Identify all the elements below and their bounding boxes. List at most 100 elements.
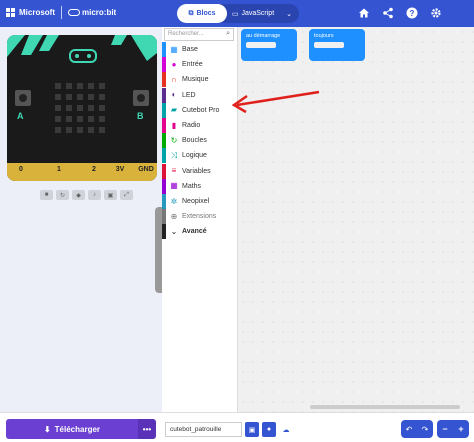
toolbox-category-label: Radio xyxy=(182,122,201,129)
toolbox-category-label: Extensions xyxy=(182,213,217,221)
toolbox: Rechercher... ⌕ ▦ Base ● Entrée ∩ Musique ◐ LED… xyxy=(162,27,238,412)
tab-blocks-label: Blocs xyxy=(196,10,216,17)
simulator-controls: ■ ↻ ◆ ♪ ▣ ⤢ xyxy=(40,190,133,200)
download-icon: ⬇ xyxy=(43,424,51,434)
toolbox-category-label: Variables xyxy=(182,167,211,175)
search-input[interactable]: Rechercher... ⌕ xyxy=(164,28,234,41)
toolbox-category-label: Musique xyxy=(182,76,209,84)
signal-icon: ▮ xyxy=(171,120,177,130)
help-icon[interactable]: ? xyxy=(405,6,419,20)
tab-blocks[interactable]: ⧉ Blocs xyxy=(177,4,227,23)
brand-divider xyxy=(61,6,62,19)
share-icon[interactable] xyxy=(381,6,395,20)
button-a[interactable] xyxy=(15,90,31,106)
editor-switch: ⧉ Blocs ▭ JavaScript ⌄ xyxy=(177,4,299,23)
button-a-label: A xyxy=(17,111,24,121)
toolbox-category-avanc-[interactable]: ⌄ Avancé xyxy=(162,224,238,240)
more-options-button[interactable]: ••• xyxy=(138,419,156,439)
toolbox-category-logique[interactable]: ⤨ Logique xyxy=(162,148,238,164)
toolbox-category-label: Logique xyxy=(182,152,207,160)
product-name: micro:bit xyxy=(82,8,117,17)
tab-javascript[interactable]: ▭ JavaScript xyxy=(227,4,279,23)
brand-name: Microsoft xyxy=(19,8,55,17)
code-icon: ▭ xyxy=(231,10,239,18)
editor-footer: ⬇ Télécharger ••• cutebot_patrouille ▣ ●… xyxy=(0,412,474,442)
toolbox-category-boucles[interactable]: ↻ Boucles xyxy=(162,133,238,149)
button-b-label: B xyxy=(137,111,144,121)
plus-circle-icon: ⊕ xyxy=(170,211,178,221)
github-icon[interactable]: ● xyxy=(262,422,276,437)
annotation-arrow xyxy=(231,90,320,114)
simulator-panel: A B 0 1 2 3V GND ■ ↻ ◆ ♪ ▣ ⤢ xyxy=(0,27,162,412)
svg-text:?: ? xyxy=(410,9,415,18)
calculator-icon: ▦ xyxy=(170,181,178,191)
pin-0[interactable]: 0 xyxy=(14,166,28,181)
cloud-icon[interactable]: ☁ xyxy=(279,422,293,437)
tab-javascript-label: JavaScript xyxy=(241,10,275,17)
undo-redo-group: ↶ ↷ xyxy=(401,420,433,438)
on-start-block[interactable]: au démarrage xyxy=(241,29,297,61)
toolbox-category-variables[interactable]: ≡ Variables xyxy=(162,163,238,179)
logo-touch-icon[interactable] xyxy=(69,49,97,63)
restart-icon[interactable]: ↻ xyxy=(56,190,69,200)
brand[interactable]: Microsoft micro:bit xyxy=(6,6,116,19)
toolbox-category-led[interactable]: ◐ LED xyxy=(162,87,238,103)
screenshot-icon[interactable]: ▣ xyxy=(104,190,117,200)
loop-icon: ↻ xyxy=(170,135,178,145)
undo-icon[interactable]: ↶ xyxy=(406,425,413,434)
toolbox-category-maths[interactable]: ▦ Maths xyxy=(162,178,238,194)
microbit-simulator[interactable]: A B 0 1 2 3V GND xyxy=(7,35,157,181)
toolbox-category-musique[interactable]: ∩ Musique xyxy=(162,72,238,88)
grid-icon: ▦ xyxy=(170,44,178,54)
chevron-down-icon[interactable]: ⌄ xyxy=(279,10,299,18)
toolbox-category-cutebot-pro[interactable]: ▰ Cutebot Pro xyxy=(162,102,238,118)
microsoft-logo-icon xyxy=(6,8,15,17)
spinner-icon: ✲ xyxy=(170,196,178,206)
blocks-workspace[interactable]: au démarrage toujours xyxy=(238,27,474,412)
collapse-simulator-handle[interactable] xyxy=(155,207,162,293)
toolbox-category-base[interactable]: ▦ Base xyxy=(162,42,238,57)
gear-icon[interactable] xyxy=(429,6,443,20)
search-placeholder: Rechercher... xyxy=(168,31,204,37)
toolbox-category-label: Entrée xyxy=(182,61,203,69)
pin-gnd: GND xyxy=(138,166,154,173)
toolbox-category-label: Neopixel xyxy=(182,198,210,205)
download-button[interactable]: ⬇ Télécharger xyxy=(6,419,138,439)
toolbox-category-extensions[interactable]: ⊕ Extensions xyxy=(162,209,238,225)
led-matrix xyxy=(55,83,105,133)
pin-1[interactable]: 1 xyxy=(52,166,66,181)
toolbox-category-neopixel[interactable]: ✲ Neopixel xyxy=(162,194,238,209)
toolbox-category-label: Base xyxy=(182,46,198,53)
slowmo-icon[interactable]: ◆ xyxy=(72,190,85,200)
toolbox-category-label: Maths xyxy=(182,182,202,190)
save-icon[interactable]: ▣ xyxy=(245,422,259,437)
home-icon[interactable] xyxy=(357,6,371,20)
puzzle-icon: ⧉ xyxy=(188,9,194,17)
forever-slot xyxy=(314,42,344,48)
redo-icon[interactable]: ↷ xyxy=(422,425,429,434)
car-icon: ▰ xyxy=(170,105,178,115)
zoom-group: − + xyxy=(437,420,469,438)
download-label: Télécharger xyxy=(54,424,101,434)
toolbox-category-entr-e[interactable]: ● Entrée xyxy=(162,57,238,73)
shuffle-icon: ⤨ xyxy=(170,150,178,160)
toolbox-category-label: Boucles xyxy=(182,137,207,145)
chevron-down-icon: ⌄ xyxy=(170,226,178,236)
stop-icon[interactable]: ■ xyxy=(40,190,53,200)
on-start-label: au démarrage xyxy=(246,33,281,39)
toggle-icon: ◐ xyxy=(171,90,177,100)
workspace-scrollbar[interactable] xyxy=(310,405,460,409)
on-start-slot xyxy=(246,42,276,48)
zoom-in-icon[interactable]: + xyxy=(458,424,463,434)
forever-block[interactable]: toujours xyxy=(309,29,365,61)
button-b[interactable] xyxy=(133,90,149,106)
microbit-logo-icon xyxy=(68,9,80,16)
fullscreen-icon[interactable]: ⤢ xyxy=(120,190,133,200)
toolbox-category-radio[interactable]: ▮ Radio xyxy=(162,118,238,133)
mute-icon[interactable]: ♪ xyxy=(88,190,101,200)
project-name-input[interactable]: cutebot_patrouille xyxy=(165,422,242,437)
pin-2[interactable]: 2 xyxy=(87,166,101,181)
edge-connector: 0 1 2 3V GND xyxy=(7,163,157,181)
toolbox-category-label: Cutebot Pro xyxy=(182,106,220,114)
zoom-out-icon[interactable]: − xyxy=(442,424,447,434)
